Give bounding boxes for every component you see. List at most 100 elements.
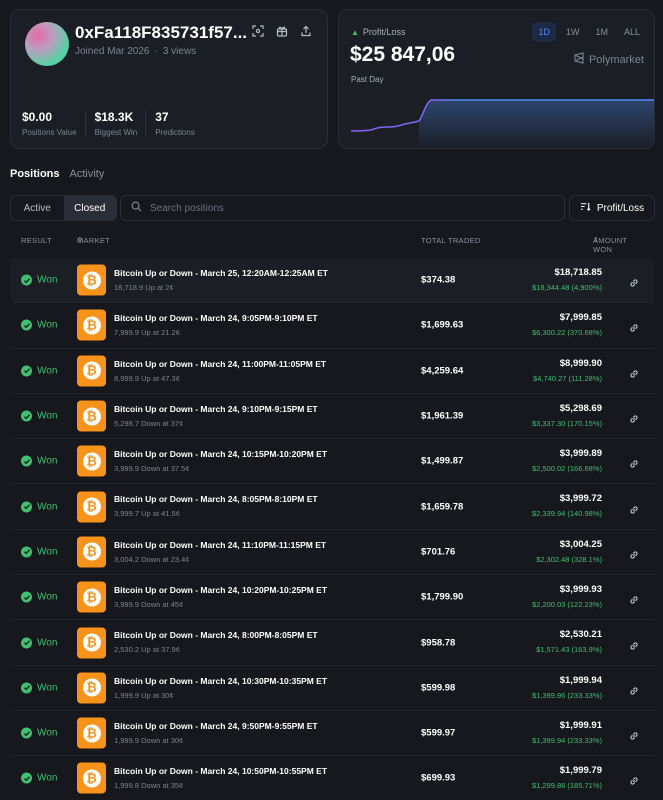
table-row[interactable]: Won ₿ Bitcoin Up or Down - March 24, 11:… <box>10 530 655 576</box>
filter-active-button[interactable]: Active <box>11 196 64 220</box>
market-title[interactable]: Bitcoin Up or Down - March 24, 9:10PM-9:… <box>114 404 318 414</box>
stat-positions-value: $0.00 Positions Value <box>22 110 86 137</box>
bitcoin-icon: ₿ <box>77 400 106 432</box>
result-badge: Won <box>21 274 57 286</box>
bitcoin-symbol: ₿ <box>82 497 101 516</box>
market-position: 2,530.2 Up at 37.9¢ <box>114 645 180 655</box>
brand-name: Polymarket <box>588 53 644 66</box>
tab-positions[interactable]: Positions <box>10 168 60 180</box>
stat-biggest-win: $18.3K Biggest Win <box>95 110 147 137</box>
result-label: Won <box>37 546 58 558</box>
total-traded: $599.97 <box>421 727 456 739</box>
bitcoin-symbol: ₿ <box>82 724 101 743</box>
joined-date: Joined Mar 2026 <box>75 46 150 57</box>
bitcoin-icon: ₿ <box>77 627 106 659</box>
profit-gain: $4,740.27 (111.28%) <box>533 373 602 383</box>
check-circle-icon <box>21 637 32 649</box>
range-tab-all[interactable]: ALL <box>618 22 646 42</box>
bitcoin-symbol: ₿ <box>82 271 101 290</box>
table-row[interactable]: Won ₿ Bitcoin Up or Down - March 24, 10:… <box>10 575 655 621</box>
link-icon[interactable] <box>629 638 639 650</box>
link-icon[interactable] <box>629 592 639 604</box>
profile-actions <box>251 24 313 38</box>
table-row[interactable]: Won ₿ Bitcoin Up or Down - March 24, 9:1… <box>10 394 655 440</box>
bitcoin-icon: ₿ <box>77 355 106 387</box>
result-label: Won <box>37 637 58 649</box>
column-total-traded: TOTAL TRADED <box>421 236 481 245</box>
range-tab-1m[interactable]: 1M <box>589 22 614 42</box>
amount-won: $1,999.94 <box>559 674 602 686</box>
profile-meta: Joined Mar 2026 · 3 views <box>75 46 197 57</box>
range-tab-1w[interactable]: 1W <box>560 22 586 42</box>
gift-icon[interactable] <box>275 24 289 38</box>
market-title[interactable]: Bitcoin Up or Down - March 24, 8:00PM-8:… <box>114 630 318 640</box>
sort-button[interactable]: Profit/Loss <box>569 195 655 221</box>
tab-activity[interactable]: Activity <box>70 168 105 180</box>
market-position: 18,718.9 Up at 2¢ <box>114 283 174 292</box>
link-icon[interactable] <box>629 456 639 468</box>
link-icon[interactable] <box>629 366 639 378</box>
pnl-card: ▲ Profit/Loss $25 847,06 Past Day 1D 1W … <box>338 9 655 149</box>
sort-caret-icon: ⇕ <box>77 237 84 244</box>
market-position: 3,999.9 Down at 37.5¢ <box>114 464 190 474</box>
market-title[interactable]: Bitcoin Up or Down - March 24, 10:50PM-1… <box>114 766 327 776</box>
result-badge: Won <box>21 591 57 603</box>
link-icon[interactable] <box>629 683 639 695</box>
result-badge: Won <box>21 455 57 467</box>
table-row[interactable]: Won ₿ Bitcoin Up or Down - March 24, 9:5… <box>10 711 655 757</box>
market-position: 8,999.9 Up at 47.3¢ <box>114 373 180 383</box>
link-icon[interactable] <box>629 728 639 740</box>
link-icon[interactable] <box>629 547 639 559</box>
stat-value: $18.3K <box>94 110 134 124</box>
bitcoin-icon: ₿ <box>77 264 106 296</box>
amount-won: $3,999.93 <box>559 584 602 596</box>
bitcoin-symbol: ₿ <box>82 407 101 426</box>
filter-closed-button[interactable]: Closed <box>63 196 116 220</box>
link-icon[interactable] <box>629 320 639 333</box>
share-icon[interactable] <box>299 24 313 38</box>
sort-caret-icon: ⇕ <box>593 237 600 244</box>
link-icon[interactable] <box>629 411 639 423</box>
bitcoin-symbol: ₿ <box>82 542 101 561</box>
check-circle-icon <box>21 410 32 422</box>
profit-gain: $1,299.86 (185.71%) <box>531 781 602 791</box>
market-title[interactable]: Bitcoin Up or Down - March 24, 10:20PM-1… <box>114 585 327 595</box>
table-row[interactable]: Won ₿ Bitcoin Up or Down - March 24, 11:… <box>10 349 655 394</box>
total-traded: $1,699.63 <box>421 319 464 331</box>
market-title[interactable]: Bitcoin Up or Down - March 24, 8:05PM-8:… <box>114 494 318 504</box>
range-tab-1d[interactable]: 1D <box>532 22 556 42</box>
profit-gain: $2,200.03 (122.23%) <box>531 600 602 610</box>
bitcoin-icon: ₿ <box>77 491 106 523</box>
bitcoin-icon: ₿ <box>77 445 106 477</box>
market-title[interactable]: Bitcoin Up or Down - March 25, 12:20AM-1… <box>114 268 328 278</box>
market-title[interactable]: Bitcoin Up or Down - March 24, 11:00PM-1… <box>114 359 326 369</box>
table-row[interactable]: Won ₿ Bitcoin Up or Down - March 24, 10:… <box>10 756 655 800</box>
market-title[interactable]: Bitcoin Up or Down - March 24, 10:15PM-1… <box>114 449 327 459</box>
market-title[interactable]: Bitcoin Up or Down - March 24, 10:30PM-1… <box>114 676 327 686</box>
bitcoin-icon: ₿ <box>77 309 106 341</box>
result-badge: Won <box>21 501 57 513</box>
table-row[interactable]: Won ₿ Bitcoin Up or Down - March 24, 8:0… <box>10 620 655 666</box>
profit-gain: $1,399.94 (233.33%) <box>531 735 602 745</box>
table-row[interactable]: Won ₿ Bitcoin Up or Down - March 24, 10:… <box>10 439 655 485</box>
market-title[interactable]: Bitcoin Up or Down - March 24, 9:05PM-9:… <box>114 313 318 323</box>
profile-card: 0xFa118F835731f57... Joined Mar 2026 · 3 v… <box>10 9 328 149</box>
result-badge: Won <box>21 546 58 558</box>
result-badge: Won <box>21 727 57 739</box>
total-traded: $1,799.90 <box>421 591 464 603</box>
scan-icon[interactable] <box>251 24 265 38</box>
link-icon[interactable] <box>629 275 639 287</box>
status-toggle: Active Closed <box>10 195 117 221</box>
market-title[interactable]: Bitcoin Up or Down - March 24, 9:50PM-9:… <box>114 721 318 731</box>
total-traded: $701.76 <box>421 546 456 558</box>
link-icon[interactable] <box>629 502 639 514</box>
table-row[interactable]: Won ₿ Bitcoin Up or Down - March 24, 9:0… <box>10 303 655 349</box>
table-row[interactable]: Won ₿ Bitcoin Up or Down - March 25, 12:… <box>10 258 655 304</box>
table-row[interactable]: Won ₿ Bitcoin Up or Down - March 24, 10:… <box>10 666 655 711</box>
search-input[interactable] <box>150 202 550 214</box>
table-header: RESULT MARKET ⇕ TOTAL TRADED AMOUNT WON … <box>0 236 663 254</box>
table-row[interactable]: Won ₿ Bitcoin Up or Down - March 24, 8:0… <box>10 484 655 530</box>
link-icon[interactable] <box>629 773 639 786</box>
check-circle-icon <box>21 319 32 331</box>
market-title[interactable]: Bitcoin Up or Down - March 24, 11:10PM-1… <box>114 540 326 550</box>
